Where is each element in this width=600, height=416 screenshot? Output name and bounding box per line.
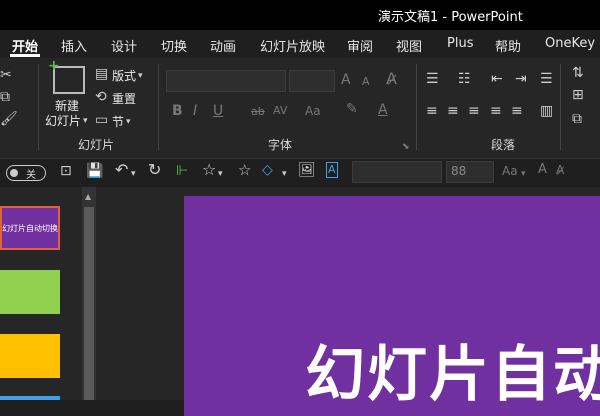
autosave-toggle[interactable]: 关 xyxy=(6,165,46,181)
highlight-icon[interactable]: ✎ xyxy=(346,102,358,116)
text-direction-icon[interactable]: ⇅ xyxy=(572,66,584,80)
group-label-paragraph: 段落 xyxy=(491,138,516,152)
bold-icon[interactable]: B xyxy=(172,104,183,118)
italic-icon[interactable]: I xyxy=(193,104,197,118)
tab-design[interactable]: 设计 xyxy=(111,36,137,55)
group-label-slides: 幻灯片 xyxy=(78,138,115,152)
font-shrink-icon[interactable]: A xyxy=(362,75,370,89)
strikethrough-icon[interactable]: ab xyxy=(251,105,265,119)
underline-icon[interactable]: U xyxy=(213,104,223,118)
toggle-label: 关 xyxy=(26,170,36,181)
slide-thumbnail-text: 幻灯片自动切换 xyxy=(2,224,58,233)
slide-thumbnail-1[interactable]: 幻灯片自动切换 xyxy=(0,206,60,250)
separator xyxy=(560,64,561,150)
decrease-indent-icon[interactable]: ⇤ xyxy=(491,72,503,86)
chevron-down-icon[interactable]: ▾ xyxy=(521,167,526,181)
tab-onekey[interactable]: OneKey 8 xyxy=(545,36,600,51)
effects-icon[interactable]: ☆ xyxy=(238,163,251,178)
chevron-down-icon[interactable]: ▾ xyxy=(126,115,131,129)
new-slide-label-2[interactable]: 幻灯片 xyxy=(45,112,81,129)
font-name-dropdown-qat[interactable] xyxy=(352,161,442,183)
slide-thumbnail-3[interactable] xyxy=(0,334,60,378)
undo-icon[interactable]: ↶ xyxy=(115,162,128,178)
font-size-value: 88 xyxy=(451,164,467,178)
scroll-up-icon[interactable]: ▲ xyxy=(85,190,91,204)
save-icon[interactable]: 💾 xyxy=(86,164,103,178)
tab-review[interactable]: 审阅 xyxy=(347,36,373,55)
font-grow-icon[interactable]: A xyxy=(341,73,351,87)
reset-icon[interactable]: ⟲ xyxy=(95,90,107,104)
slide-thumbnail-4[interactable] xyxy=(0,396,60,400)
star-icon[interactable]: ☆ xyxy=(202,162,216,178)
dialog-launcher-icon[interactable]: ⬊ xyxy=(402,140,410,154)
align-left-icon[interactable]: ≡ xyxy=(426,104,438,118)
align-text-icon[interactable]: ⊞ xyxy=(572,88,584,102)
cut-icon[interactable]: ✂ xyxy=(0,68,12,82)
font-color-icon[interactable]: A xyxy=(378,103,388,117)
redo-icon[interactable]: ↻ xyxy=(148,162,161,178)
section-icon[interactable]: ▭ xyxy=(95,113,108,127)
toggle-knob xyxy=(10,169,18,177)
textbox-icon[interactable]: A xyxy=(326,162,338,178)
font-size-dropdown-qat[interactable]: 88 xyxy=(446,161,494,183)
increase-indent-icon[interactable]: ⇥ xyxy=(515,72,527,86)
format-painter-icon[interactable]: 🖌 xyxy=(0,112,18,126)
tab-insert[interactable]: 插入 xyxy=(61,36,87,55)
active-tab-indicator xyxy=(10,54,40,57)
chevron-down-icon[interactable]: ▾ xyxy=(282,167,287,181)
smartart-icon[interactable]: ⧉ xyxy=(572,112,582,126)
distributed-icon[interactable]: ≡ xyxy=(511,104,523,118)
layout-button[interactable]: 版式 xyxy=(112,67,136,84)
grid-icon[interactable]: ⊡ xyxy=(60,164,72,178)
window-title: 演示文稿1 - PowerPoint xyxy=(378,10,523,25)
bullets-icon[interactable]: ☰ xyxy=(426,72,439,86)
clear-format-icon[interactable]: A̷ xyxy=(386,71,397,87)
change-case-icon-qat[interactable]: Aa xyxy=(502,164,518,178)
align-center-icon[interactable]: ≡ xyxy=(447,104,459,118)
tab-animations[interactable]: 动画 xyxy=(210,36,236,55)
chevron-down-icon[interactable]: ▾ xyxy=(131,167,136,181)
align-right-icon[interactable]: ≡ xyxy=(468,104,480,118)
section-button[interactable]: 节 xyxy=(112,113,124,130)
justify-icon[interactable]: ≡ xyxy=(490,104,502,118)
font-name-dropdown[interactable] xyxy=(166,70,286,92)
columns-icon[interactable]: ▥ xyxy=(540,104,553,118)
chevron-down-icon[interactable]: ▾ xyxy=(138,69,143,83)
font-color-icon-qat[interactable]: A xyxy=(538,163,547,177)
numbering-icon[interactable]: ☷ xyxy=(458,72,471,86)
shapes-icon[interactable]: ◇ xyxy=(262,163,273,177)
change-case-icon[interactable]: Aa xyxy=(305,104,321,118)
copy-icon[interactable]: ⧉ xyxy=(0,90,10,104)
chevron-down-icon[interactable]: ▾ xyxy=(83,114,88,128)
separator xyxy=(416,64,417,150)
chevron-down-icon[interactable]: ▾ xyxy=(218,167,223,181)
tab-plus[interactable]: Plus xyxy=(447,36,473,51)
char-spacing-icon[interactable]: AV xyxy=(273,104,287,118)
tab-home[interactable]: 开始 xyxy=(12,36,38,55)
new-slide-icon[interactable]: + xyxy=(48,59,85,94)
group-label-font: 字体 xyxy=(268,138,293,152)
picture-icon[interactable]: 🖼 xyxy=(298,163,316,177)
clear-format-icon-qat[interactable]: A̷ xyxy=(556,163,564,177)
slide-sorter-icon[interactable]: ⊩ xyxy=(176,164,188,178)
layout-icon[interactable]: ▤ xyxy=(95,67,108,81)
tab-view[interactable]: 视图 xyxy=(396,36,422,55)
tab-help[interactable]: 帮助 xyxy=(495,36,521,55)
separator xyxy=(38,64,39,150)
scrollbar-thumb[interactable] xyxy=(84,207,94,400)
slide-thumbnail-2[interactable] xyxy=(0,270,60,314)
tab-slideshow[interactable]: 幻灯片放映 xyxy=(260,36,325,55)
line-spacing-icon[interactable]: ☰ xyxy=(540,72,553,86)
separator xyxy=(158,64,159,150)
font-size-dropdown[interactable] xyxy=(289,70,335,92)
reset-button[interactable]: 重置 xyxy=(112,90,136,107)
ribbon-tabs: 开始 插入 设计 切换 动画 幻灯片放映 审阅 视图 Plus 帮助 OneKe… xyxy=(0,30,600,58)
tab-transitions[interactable]: 切换 xyxy=(161,36,187,55)
